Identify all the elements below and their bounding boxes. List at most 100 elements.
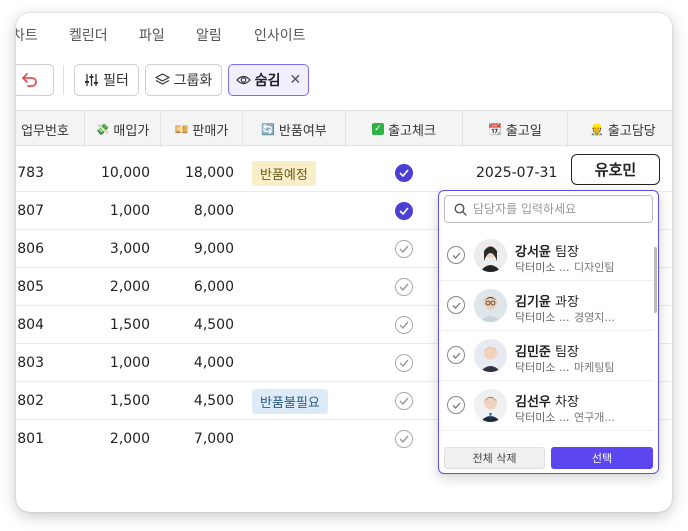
- unchecked-icon[interactable]: [395, 430, 413, 448]
- unchecked-icon[interactable]: [395, 240, 413, 258]
- ship-date-cell: 2025-07-31: [476, 165, 558, 181]
- person-icon: 👷: [590, 122, 604, 136]
- person-dept: 디자인팀: [574, 261, 615, 274]
- filter-button[interactable]: 필터: [74, 64, 139, 96]
- ship-check-cell[interactable]: [395, 382, 413, 420]
- buy-price-cell: 3,000: [109, 241, 150, 257]
- filter-sliders-icon: [85, 74, 99, 86]
- task-no-cell: 802: [17, 393, 44, 409]
- ship-check-cell[interactable]: [395, 420, 413, 458]
- person-org: 닥터미소 ...: [515, 261, 570, 274]
- close-icon[interactable]: ✕: [290, 72, 302, 88]
- sell-price-cell: 18,000: [185, 165, 234, 181]
- owner-picker-dropdown: 강서윤 팀장 닥터미소 ... 디자인팀 김기윤 과장 닥터미소 ... 경영지…: [438, 190, 659, 474]
- select-radio-icon[interactable]: [447, 246, 465, 264]
- owner-list: 강서윤 팀장 닥터미소 ... 디자인팀 김기윤 과장 닥터미소 ... 경영지…: [439, 231, 658, 433]
- clear-all-button[interactable]: 전체 삭제: [444, 447, 545, 469]
- ship-check-cell[interactable]: [395, 230, 413, 268]
- select-radio-icon[interactable]: [447, 346, 465, 364]
- hide-button[interactable]: 숨김 ✕: [228, 64, 309, 96]
- col-ship-date[interactable]: 📆 출고일: [463, 111, 568, 147]
- ship-owner-cell[interactable]: 유호민: [571, 154, 660, 185]
- person-org: 닥터미소 ...: [515, 361, 570, 374]
- hide-label: 숨김: [254, 73, 281, 89]
- ship-check-cell[interactable]: [395, 154, 413, 192]
- avatar: [474, 389, 507, 422]
- sell-price-cell: 4,500: [193, 317, 234, 333]
- list-item[interactable]: 김선우 차장 닥터미소 ... 연구개...: [439, 381, 653, 431]
- buy-price-cell: 1,000: [109, 203, 150, 219]
- col-buy-price[interactable]: 💸 매입가: [85, 111, 161, 147]
- money-icon: 💸: [95, 122, 110, 136]
- tab-files[interactable]: 파일: [139, 25, 165, 45]
- task-no-cell: 807: [17, 203, 44, 219]
- select-radio-icon[interactable]: [447, 396, 465, 414]
- list-item-partial[interactable]: [439, 431, 653, 433]
- select-button[interactable]: 선택: [551, 447, 653, 469]
- person-name: 김선우 차장: [515, 395, 579, 410]
- person-org: 닥터미소 ...: [515, 411, 570, 424]
- ship-check-cell[interactable]: [395, 306, 413, 344]
- tab-insight[interactable]: 인사이트: [254, 25, 306, 45]
- ship-check-cell[interactable]: [395, 192, 413, 230]
- status-badge: 반품불필요: [252, 388, 328, 414]
- avatar: [474, 289, 507, 322]
- ship-check-cell[interactable]: [395, 268, 413, 306]
- owner-search-box[interactable]: [444, 195, 653, 223]
- task-no-cell: 783: [17, 165, 44, 181]
- checked-icon[interactable]: [395, 202, 413, 220]
- layers-icon: [155, 73, 170, 85]
- unchecked-icon[interactable]: [395, 278, 413, 296]
- toolbar: 필터 그룹화 숨김 ✕: [16, 59, 672, 103]
- check-box-icon: ✓: [372, 123, 385, 135]
- list-item[interactable]: 김민준 팀장 닥터미소 ... 마케팅팀: [439, 331, 653, 381]
- col-task-no[interactable]: 업무번호: [16, 111, 85, 147]
- tab-calendar[interactable]: 켈린더: [69, 25, 108, 45]
- unchecked-icon[interactable]: [395, 316, 413, 334]
- view-tabs: 차트 켈린더 파일 알림 인사이트: [16, 13, 672, 53]
- filter-label: 필터: [103, 73, 129, 89]
- avatar: [474, 239, 507, 272]
- buy-price-cell: 1,500: [109, 317, 150, 333]
- unchecked-icon[interactable]: [395, 392, 413, 410]
- list-item[interactable]: 강서윤 팀장 닥터미소 ... 디자인팀: [439, 231, 653, 281]
- task-no-cell: 803: [17, 355, 44, 371]
- col-ship-owner[interactable]: 👷 출고담당: [568, 111, 672, 147]
- person-dept: 마케팅팀: [574, 361, 615, 374]
- owner-search-input[interactable]: [473, 202, 643, 216]
- sell-price-cell: 4,500: [193, 393, 234, 409]
- buy-price-cell: 2,000: [109, 431, 150, 447]
- ship-check-cell[interactable]: [395, 344, 413, 382]
- person-name: 김기윤 과장: [515, 295, 579, 310]
- buy-price-cell: 10,000: [101, 165, 150, 181]
- col-ship-check[interactable]: ✓ 출고체크: [346, 111, 463, 147]
- person-dept: 연구개...: [574, 411, 615, 424]
- avatar: [474, 339, 507, 372]
- eye-icon: [235, 75, 251, 85]
- select-radio-icon[interactable]: [447, 296, 465, 314]
- buy-price-cell: 1,500: [109, 393, 150, 409]
- tab-alerts[interactable]: 알림: [196, 25, 222, 45]
- unchecked-icon[interactable]: [395, 354, 413, 372]
- sell-price-cell: 4,000: [193, 355, 234, 371]
- task-no-cell: 801: [17, 431, 44, 447]
- tab-chart[interactable]: 차트: [16, 25, 38, 45]
- col-return-status[interactable]: 🔄 반품여부: [243, 111, 346, 147]
- sell-price-cell: 7,000: [193, 431, 234, 447]
- buy-price-cell: 1,000: [109, 355, 150, 371]
- person-org: 닥터미소 ...: [515, 311, 570, 324]
- toolbar-divider: [63, 65, 64, 95]
- person-name: 강서윤 팀장: [515, 245, 579, 260]
- checked-icon[interactable]: [395, 164, 413, 182]
- list-scrollbar[interactable]: [654, 247, 657, 313]
- group-button[interactable]: 그룹화: [145, 64, 222, 96]
- list-item[interactable]: 김기윤 과장 닥터미소 ... 경영지...: [439, 281, 653, 331]
- person-name: 김민준 팀장: [515, 345, 579, 360]
- sell-price-cell: 8,000: [193, 203, 234, 219]
- undo-button[interactable]: [16, 64, 54, 96]
- search-icon: [454, 202, 467, 216]
- task-no-cell: 805: [17, 279, 44, 295]
- return-arrow-icon: 🔄: [261, 122, 275, 136]
- col-sell-price[interactable]: 💴 판매가: [161, 111, 243, 147]
- sell-price-cell: 6,000: [193, 279, 234, 295]
